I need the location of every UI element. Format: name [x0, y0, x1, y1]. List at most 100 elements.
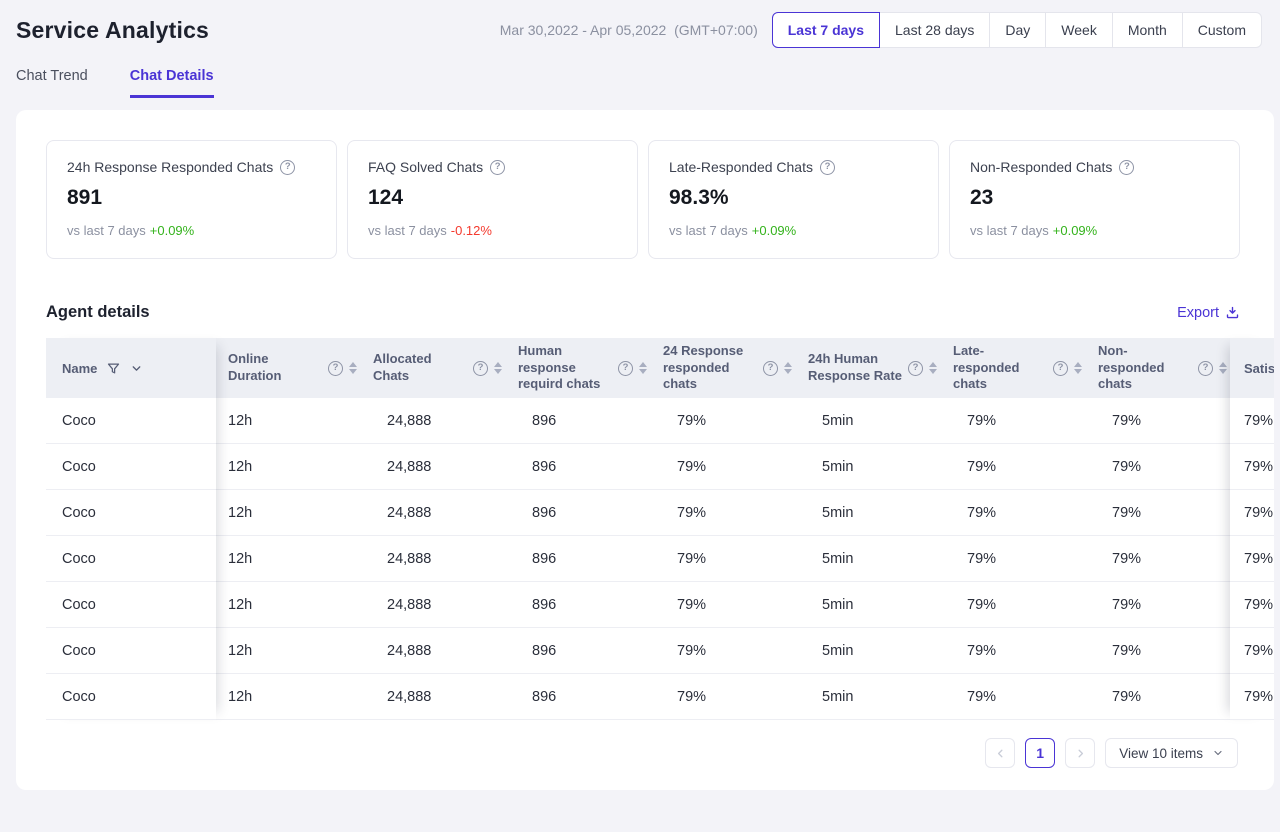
- prev-page-button[interactable]: [985, 738, 1015, 768]
- cell: 79%: [651, 582, 796, 627]
- help-icon[interactable]: ?: [473, 361, 488, 376]
- cell: 79%: [1086, 536, 1230, 581]
- table-row: 12h24,88889679%5min79%79%: [216, 582, 1230, 628]
- table-row-pinned-cell: 79%: [1230, 444, 1274, 490]
- table-scroll-area: Online Duration?Allocated Chats?Human re…: [216, 338, 1230, 720]
- help-icon[interactable]: ?: [763, 361, 778, 376]
- filter-icon[interactable]: [106, 361, 121, 376]
- cell: 12h: [216, 582, 361, 627]
- sort-icon[interactable]: [1074, 362, 1082, 374]
- date-range-button-group: Last 7 daysLast 28 daysDayWeekMonthCusto…: [772, 12, 1262, 48]
- sort-icon[interactable]: [349, 362, 357, 374]
- date-range-text: Mar 30,2022 - Apr 05,2022: [500, 22, 667, 38]
- cell: 79%: [651, 536, 796, 581]
- tab-chat-trend[interactable]: Chat Trend: [16, 68, 88, 98]
- stat-card-value: 124: [368, 186, 617, 210]
- help-icon[interactable]: ?: [908, 361, 923, 376]
- column-header-name[interactable]: Name: [46, 338, 216, 398]
- table-row-pinned-cell: 79%: [1230, 628, 1274, 674]
- page-number-button[interactable]: 1: [1025, 738, 1055, 768]
- cell: 79%: [651, 674, 796, 719]
- range-button-last-28-days[interactable]: Last 28 days: [879, 12, 990, 48]
- sort-icon[interactable]: [639, 362, 647, 374]
- compare-prefix: vs last 7 days: [67, 223, 146, 238]
- table-row: 12h24,88889679%5min79%79%: [216, 490, 1230, 536]
- sort-icon[interactable]: [494, 362, 502, 374]
- satisfaction-column-label: Satis: [1244, 361, 1274, 376]
- column-header-label: Non-responded chats: [1098, 343, 1192, 394]
- stat-card-compare: vs last 7 days +0.09%: [67, 223, 316, 238]
- column-header-label: Late-responded chats: [953, 343, 1047, 394]
- range-button-last-7-days[interactable]: Last 7 days: [772, 12, 880, 48]
- table-row-pinned-cell: 79%: [1230, 398, 1274, 444]
- help-icon[interactable]: ?: [618, 361, 633, 376]
- chevron-down-icon[interactable]: [130, 362, 143, 375]
- column-header-allocated-chats[interactable]: Allocated Chats?: [361, 338, 506, 398]
- cell: 79%: [651, 628, 796, 673]
- help-icon[interactable]: ?: [328, 361, 343, 376]
- cell: 79%: [651, 490, 796, 535]
- compare-delta: +0.09%: [150, 223, 194, 238]
- cell: 12h: [216, 398, 361, 443]
- tab-chat-details[interactable]: Chat Details: [130, 68, 214, 98]
- help-icon[interactable]: ?: [490, 160, 505, 175]
- table-row-name-cell: Coco: [46, 444, 216, 490]
- column-header-label: 24h Human Response Rate: [808, 351, 902, 385]
- cell: 79%: [941, 674, 1086, 719]
- column-header-24h-human-response-rate[interactable]: 24h Human Response Rate?: [796, 338, 941, 398]
- cell: 5min: [796, 490, 941, 535]
- cell: 12h: [216, 674, 361, 719]
- column-header-late-responded-chats[interactable]: Late-responded chats?: [941, 338, 1086, 398]
- export-button[interactable]: Export: [1177, 305, 1240, 321]
- name-column: Name CocoCocoCocoCocoCocoCocoCoco: [46, 338, 216, 720]
- compare-prefix: vs last 7 days: [368, 223, 447, 238]
- table-row-name-cell: Coco: [46, 674, 216, 720]
- cell: 896: [506, 536, 651, 581]
- help-icon[interactable]: ?: [820, 160, 835, 175]
- cell: 79%: [651, 444, 796, 489]
- column-header-human-response-requird-chats[interactable]: Human response requird chats?: [506, 338, 651, 398]
- cell: 79%: [1086, 674, 1230, 719]
- cell: 24,888: [361, 582, 506, 627]
- cell: 79%: [941, 398, 1086, 443]
- table-row: 12h24,88889679%5min79%79%: [216, 628, 1230, 674]
- range-button-month[interactable]: Month: [1112, 12, 1183, 48]
- stat-card-value: 98.3%: [669, 186, 918, 210]
- cell: 79%: [941, 582, 1086, 627]
- cell: 79%: [1086, 490, 1230, 535]
- column-header-24-response-responded-chats[interactable]: 24 Response responded chats?: [651, 338, 796, 398]
- column-header-satisfaction[interactable]: Satis: [1230, 338, 1274, 398]
- chevron-right-icon: [1074, 747, 1087, 760]
- tabs: Chat Trend Chat Details: [0, 48, 1280, 98]
- table-row-pinned-cell: 79%: [1230, 582, 1274, 628]
- range-button-custom[interactable]: Custom: [1182, 12, 1262, 48]
- column-header-non-responded-chats[interactable]: Non-responded chats?: [1086, 338, 1230, 398]
- page: Service Analytics Mar 30,2022 - Apr 05,2…: [0, 0, 1280, 790]
- range-button-week[interactable]: Week: [1045, 12, 1113, 48]
- range-button-day[interactable]: Day: [989, 12, 1046, 48]
- cell: 79%: [651, 398, 796, 443]
- cell: 896: [506, 398, 651, 443]
- sort-icon[interactable]: [929, 362, 937, 374]
- column-header-label: Human response requird chats: [518, 343, 612, 394]
- stat-card-compare: vs last 7 days+0.09%: [970, 223, 1219, 238]
- cell: 5min: [796, 582, 941, 627]
- sort-icon[interactable]: [1219, 362, 1227, 374]
- cell: 896: [506, 628, 651, 673]
- stat-card-value: 891: [67, 186, 316, 210]
- help-icon[interactable]: ?: [1119, 160, 1134, 175]
- help-icon[interactable]: ?: [1198, 361, 1213, 376]
- cell: 896: [506, 490, 651, 535]
- cell: 5min: [796, 444, 941, 489]
- cell: 24,888: [361, 490, 506, 535]
- page-size-select[interactable]: View 10 items: [1105, 738, 1238, 768]
- cell: 79%: [941, 536, 1086, 581]
- help-icon[interactable]: ?: [1053, 361, 1068, 376]
- help-icon[interactable]: ?: [280, 160, 295, 175]
- column-header-online-duration[interactable]: Online Duration?: [216, 338, 361, 398]
- next-page-button[interactable]: [1065, 738, 1095, 768]
- table-row: 12h24,88889679%5min79%79%: [216, 444, 1230, 490]
- sort-icon[interactable]: [784, 362, 792, 374]
- stat-cards: 24h Response Responded Chats?891vs last …: [16, 140, 1274, 259]
- compare-delta: +0.09%: [752, 223, 796, 238]
